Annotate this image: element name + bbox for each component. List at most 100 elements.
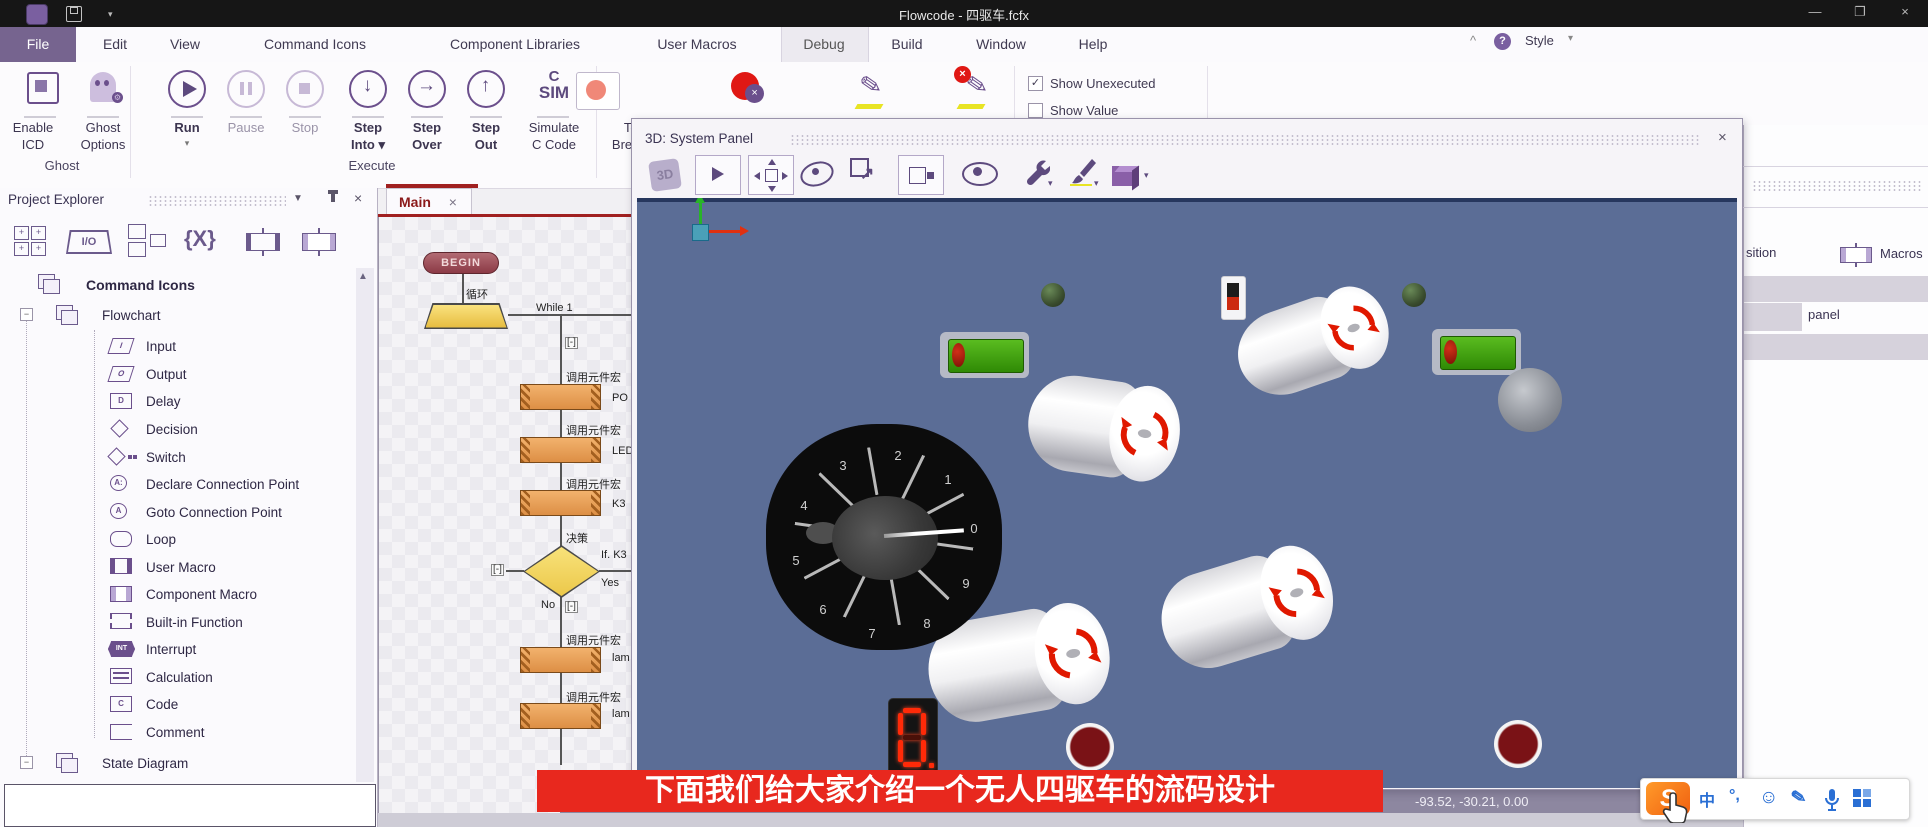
tree-item-component-macro[interactable]: Component Macro [146, 587, 257, 602]
ime-toolbox-icon[interactable] [1853, 789, 1873, 809]
3d-panel-drag-handle[interactable] [790, 134, 1700, 146]
menu-command-icons[interactable]: Command Icons [243, 27, 387, 62]
stop-label[interactable]: Stop [280, 120, 330, 135]
clear-all-breakpoints-icon[interactable]: × [731, 72, 759, 100]
tree-item-loop[interactable]: Loop [146, 532, 176, 547]
motor[interactable] [1022, 370, 1186, 486]
select-mode-button[interactable] [695, 155, 741, 195]
enable-icd-label2[interactable]: ICD [4, 137, 62, 152]
simulate-c-code-icon[interactable]: C SIM [532, 70, 576, 102]
step-out-label[interactable]: Step [461, 120, 511, 135]
ime-emoji-icon[interactable]: ☺ [1759, 787, 1778, 809]
motor[interactable] [1150, 537, 1344, 680]
tree-item-user-macro[interactable]: User Macro [146, 560, 216, 575]
motor[interactable] [1227, 277, 1400, 407]
enable-icd-icon[interactable] [27, 72, 59, 104]
simulate-label[interactable]: Simulate [524, 120, 584, 135]
tab-close-icon[interactable]: × [449, 194, 457, 210]
show-value-label[interactable]: Show Value [1050, 103, 1118, 118]
step-over-button[interactable]: → [408, 70, 446, 108]
step-over-label2[interactable]: Over [402, 137, 452, 152]
red-button[interactable] [1494, 720, 1542, 768]
dock-row[interactable] [1744, 334, 1928, 360]
dock-row[interactable] [1744, 276, 1928, 302]
seven-segment-display[interactable] [888, 698, 938, 776]
flow-component-macro[interactable] [520, 647, 601, 673]
toggle-switch[interactable] [1221, 276, 1246, 320]
tree-item-output[interactable]: Output [146, 367, 187, 382]
collapse-toggle[interactable]: [-] [565, 601, 578, 613]
tree-item-goto-connection-point[interactable]: Goto Connection Point [146, 505, 282, 520]
help-icon[interactable]: ? [1494, 33, 1511, 50]
tree-item-code[interactable]: Code [146, 697, 178, 712]
show-value-checkbox[interactable] [1028, 103, 1043, 118]
3d-panel-close-icon[interactable]: × [1718, 129, 1727, 146]
tree-item-comment[interactable]: Comment [146, 725, 205, 740]
tree-group-flowchart[interactable]: Flowchart [102, 308, 161, 323]
flow-component-macro[interactable] [520, 384, 601, 410]
restore-button[interactable]: ❐ [1845, 4, 1875, 20]
menu-user-macros[interactable]: User Macros [640, 27, 754, 62]
grid-icons-button[interactable]: + + + + [14, 226, 48, 258]
panel-menu-caret-icon[interactable]: ▼ [293, 193, 303, 204]
gray-sphere[interactable] [1498, 368, 1562, 432]
variables-button[interactable]: {X} [184, 226, 216, 252]
tree-item-calculation[interactable]: Calculation [146, 670, 213, 685]
expand-icon[interactable]: − [20, 756, 33, 769]
flow-begin-node[interactable]: BEGIN [423, 252, 499, 274]
move-mode-button[interactable] [748, 155, 794, 195]
step-out-button[interactable]: ↑ [467, 70, 505, 108]
tree-item-input[interactable]: Input [146, 339, 176, 354]
tree-root-command-icons[interactable]: Command Icons [86, 277, 195, 293]
green-sphere[interactable] [1041, 283, 1065, 307]
tree-item-decision[interactable]: Decision [146, 422, 198, 437]
tab-main[interactable]: Main × [386, 188, 472, 214]
rotary-dial[interactable]: 0 1 2 3 4 5 6 7 8 9 [766, 424, 1002, 650]
led-bar[interactable] [940, 332, 1029, 378]
menu-edit[interactable]: Edit [95, 27, 135, 62]
menu-help[interactable]: Help [1068, 27, 1118, 62]
menu-component-libraries[interactable]: Component Libraries [424, 27, 606, 62]
green-sphere[interactable] [1402, 283, 1426, 307]
tree-item-switch[interactable]: Switch [146, 450, 186, 465]
panel-close-icon[interactable]: × [354, 190, 362, 206]
flow-component-macro[interactable] [520, 490, 601, 516]
collapse-toggle[interactable]: [-] [491, 564, 504, 576]
bounds-mode-button[interactable] [898, 155, 944, 195]
panel-row-label[interactable]: panel [1808, 307, 1840, 322]
ime-mic-icon[interactable] [1823, 788, 1841, 812]
ime-punct-icon[interactable]: °, [1729, 787, 1740, 805]
enable-icd-label[interactable]: Enable [4, 120, 62, 135]
io-button[interactable]: I/O [66, 230, 112, 254]
red-button[interactable] [1066, 723, 1114, 771]
show-unexecuted-label[interactable]: Show Unexecuted [1050, 76, 1156, 91]
ghost-options-label2[interactable]: Options [72, 137, 134, 152]
pause-label[interactable]: Pause [221, 120, 271, 135]
expand-icon[interactable]: − [20, 308, 33, 321]
wrench-icon[interactable] [1024, 157, 1050, 187]
macros-label[interactable]: Macros [1880, 246, 1923, 261]
menu-build[interactable]: Build [882, 27, 932, 62]
led-bar[interactable] [1432, 329, 1521, 375]
tree-item-built-in-function[interactable]: Built-in Function [146, 615, 243, 630]
scroll-up-icon[interactable]: ▲ [358, 271, 368, 282]
tree-group-state-diagram[interactable]: State Diagram [102, 756, 188, 771]
macro-shape-button[interactable] [244, 228, 284, 256]
run-caret-icon[interactable]: ▾ [162, 138, 212, 149]
simulate-label2[interactable]: C Code [524, 137, 584, 152]
component-shape-button[interactable] [300, 228, 340, 256]
ime-lang-icon[interactable]: 中 [1699, 787, 1715, 811]
eye-icon[interactable] [962, 162, 998, 186]
flow-loop-node[interactable] [424, 303, 508, 329]
flow-component-macro[interactable] [520, 703, 601, 729]
3d-box-button[interactable] [1110, 158, 1140, 188]
menu-debug[interactable]: Debug [781, 27, 867, 62]
dock-drag-handle[interactable] [1752, 180, 1922, 193]
toggle-breakpoint-icon[interactable] [576, 72, 620, 110]
tree-item-interrupt[interactable]: Interrupt [146, 642, 196, 657]
ribbon-collapse-icon[interactable]: ^ [1470, 33, 1476, 48]
ime-handwriting-icon[interactable]: ✎ [1789, 786, 1808, 809]
step-over-label[interactable]: Step [402, 120, 452, 135]
menu-view[interactable]: View [163, 27, 207, 62]
run-label[interactable]: Run [162, 120, 212, 135]
